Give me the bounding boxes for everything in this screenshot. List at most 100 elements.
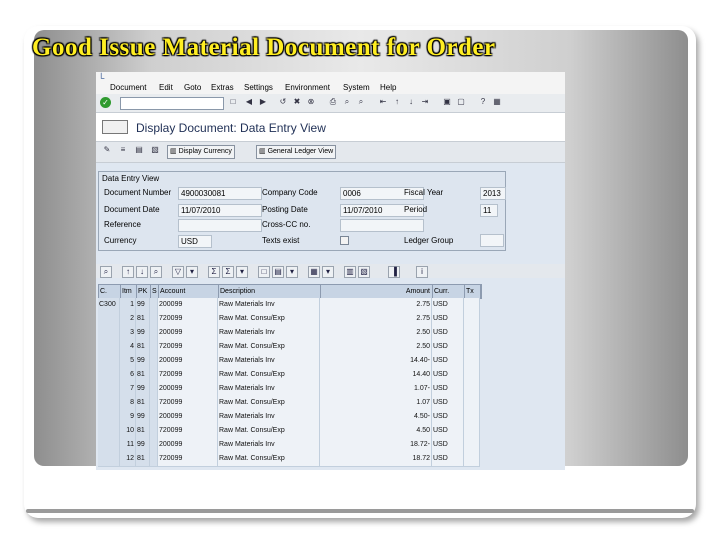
col-company-code[interactable]: C. [99, 285, 121, 298]
choose-layout-icon[interactable]: ▥ [344, 266, 356, 278]
cell-special-gl[interactable] [150, 424, 158, 438]
next-icon[interactable]: ▶ [258, 97, 268, 107]
cell-tax[interactable] [464, 326, 480, 340]
cell-amount[interactable]: 4.50- [320, 410, 432, 424]
cell-account[interactable]: 200099 [158, 298, 218, 312]
cell-special-gl[interactable] [150, 368, 158, 382]
cell-tax[interactable] [464, 340, 480, 354]
display-currency-button[interactable]: ▥ Display Currency [167, 145, 235, 159]
filter-icon[interactable]: ▽ [172, 266, 184, 278]
cell-company-code[interactable] [98, 326, 120, 340]
info-icon[interactable]: i [416, 266, 428, 278]
cell-company-code[interactable] [98, 396, 120, 410]
cell-tax[interactable] [464, 298, 480, 312]
cell-tax[interactable] [464, 410, 480, 424]
save-icon[interactable]: □ [228, 97, 238, 107]
table-row[interactable]: 9 99 200099 Raw Materials Inv 4.50- USD [98, 410, 480, 425]
cell-amount[interactable]: 1.07- [320, 382, 432, 396]
new-session-icon[interactable]: ▣ [442, 97, 452, 107]
cell-posting-key[interactable]: 99 [136, 438, 150, 452]
menu-environment[interactable]: Environment [285, 83, 330, 92]
cell-account[interactable]: 720099 [158, 340, 218, 354]
cell-posting-key[interactable]: 81 [136, 396, 150, 410]
cell-posting-key[interactable]: 81 [136, 368, 150, 382]
table-row[interactable]: 8 81 720099 Raw Mat. Consu/Exp 1.07 USD [98, 396, 480, 411]
cell-item[interactable]: 7 [120, 382, 136, 396]
cell-currency[interactable]: USD [432, 326, 464, 340]
cell-description[interactable]: Raw Mat. Consu/Exp [218, 452, 320, 466]
cell-currency[interactable]: USD [432, 424, 464, 438]
col-special-gl[interactable]: S [151, 285, 159, 298]
cell-description[interactable]: Raw Materials Inv [218, 410, 320, 424]
cell-amount[interactable]: 2.75 [320, 298, 432, 312]
table-row[interactable]: 5 99 200099 Raw Materials Inv 14.40- USD [98, 354, 480, 369]
cell-description[interactable]: Raw Materials Inv [218, 382, 320, 396]
cell-tax[interactable] [464, 382, 480, 396]
command-field[interactable] [120, 97, 224, 110]
col-amount[interactable]: Amount [321, 285, 433, 298]
cell-item[interactable]: 11 [120, 438, 136, 452]
cell-account[interactable]: 200099 [158, 354, 218, 368]
cell-company-code[interactable] [98, 438, 120, 452]
cell-amount[interactable]: 14.40 [320, 368, 432, 382]
system-menu-icon[interactable]: └ [98, 73, 104, 83]
cell-item[interactable]: 10 [120, 424, 136, 438]
cell-posting-key[interactable]: 99 [136, 410, 150, 424]
subtotal-icon[interactable]: Σ [222, 266, 234, 278]
total-icon[interactable]: Σ [208, 266, 220, 278]
table-row[interactable]: 7 99 200099 Raw Materials Inv 1.07- USD [98, 382, 480, 397]
cell-amount[interactable]: 14.40- [320, 354, 432, 368]
table-row[interactable]: 2 81 720099 Raw Mat. Consu/Exp 2.75 USD [98, 312, 480, 327]
taxes-icon[interactable]: ▧ [150, 145, 160, 155]
cancel-icon[interactable]: ⊗ [306, 97, 316, 107]
cell-special-gl[interactable] [150, 340, 158, 354]
first-page-icon[interactable]: ⇤ [378, 97, 388, 107]
export-icon[interactable]: ▤ [272, 266, 284, 278]
cell-account[interactable]: 200099 [158, 438, 218, 452]
cell-description[interactable]: Raw Mat. Consu/Exp [218, 368, 320, 382]
cell-tax[interactable] [464, 368, 480, 382]
print-preview-icon[interactable]: □ [258, 266, 270, 278]
cell-company-code[interactable] [98, 382, 120, 396]
cell-posting-key[interactable]: 99 [136, 354, 150, 368]
cell-item[interactable]: 3 [120, 326, 136, 340]
reference-field[interactable] [178, 219, 262, 232]
col-tax[interactable]: Tx [465, 285, 481, 298]
cell-item[interactable]: 2 [120, 312, 136, 326]
graphic-icon[interactable]: ▐ [388, 266, 400, 278]
subtotal-menu-icon[interactable]: ▾ [236, 266, 248, 278]
cell-special-gl[interactable] [150, 382, 158, 396]
cell-currency[interactable]: USD [432, 312, 464, 326]
cell-posting-key[interactable]: 81 [136, 340, 150, 354]
cell-company-code[interactable] [98, 312, 120, 326]
cell-item[interactable]: 12 [120, 452, 136, 466]
cell-description[interactable]: Raw Materials Inv [218, 438, 320, 452]
cell-currency[interactable]: USD [432, 340, 464, 354]
document-number-field[interactable]: 4900030081 [178, 187, 262, 200]
menu-goto[interactable]: Goto [184, 83, 201, 92]
cell-description[interactable]: Raw Materials Inv [218, 298, 320, 312]
col-description[interactable]: Description [219, 285, 321, 298]
cell-special-gl[interactable] [150, 312, 158, 326]
cell-special-gl[interactable] [150, 326, 158, 340]
cell-description[interactable]: Raw Materials Inv [218, 354, 320, 368]
cell-company-code[interactable] [98, 452, 120, 466]
cell-item[interactable]: 8 [120, 396, 136, 410]
cell-account[interactable]: 720099 [158, 452, 218, 466]
cell-account[interactable]: 720099 [158, 424, 218, 438]
cell-company-code[interactable] [98, 368, 120, 382]
menu-extras[interactable]: Extras [211, 83, 234, 92]
overview-icon[interactable]: ▤ [134, 145, 144, 155]
cell-amount[interactable]: 2.75 [320, 312, 432, 326]
table-row[interactable]: 12 81 720099 Raw Mat. Consu/Exp 18.72 USD [98, 452, 480, 467]
cell-account[interactable]: 200099 [158, 326, 218, 340]
save-layout-icon[interactable]: ▧ [358, 266, 370, 278]
menu-settings[interactable]: Settings [244, 83, 273, 92]
cell-tax[interactable] [464, 438, 480, 452]
cell-special-gl[interactable] [150, 354, 158, 368]
cell-special-gl[interactable] [150, 438, 158, 452]
cell-company-code[interactable] [98, 354, 120, 368]
period-field[interactable]: 11 [480, 204, 498, 217]
cell-currency[interactable]: USD [432, 368, 464, 382]
table-row[interactable]: 6 81 720099 Raw Mat. Consu/Exp 14.40 USD [98, 368, 480, 383]
